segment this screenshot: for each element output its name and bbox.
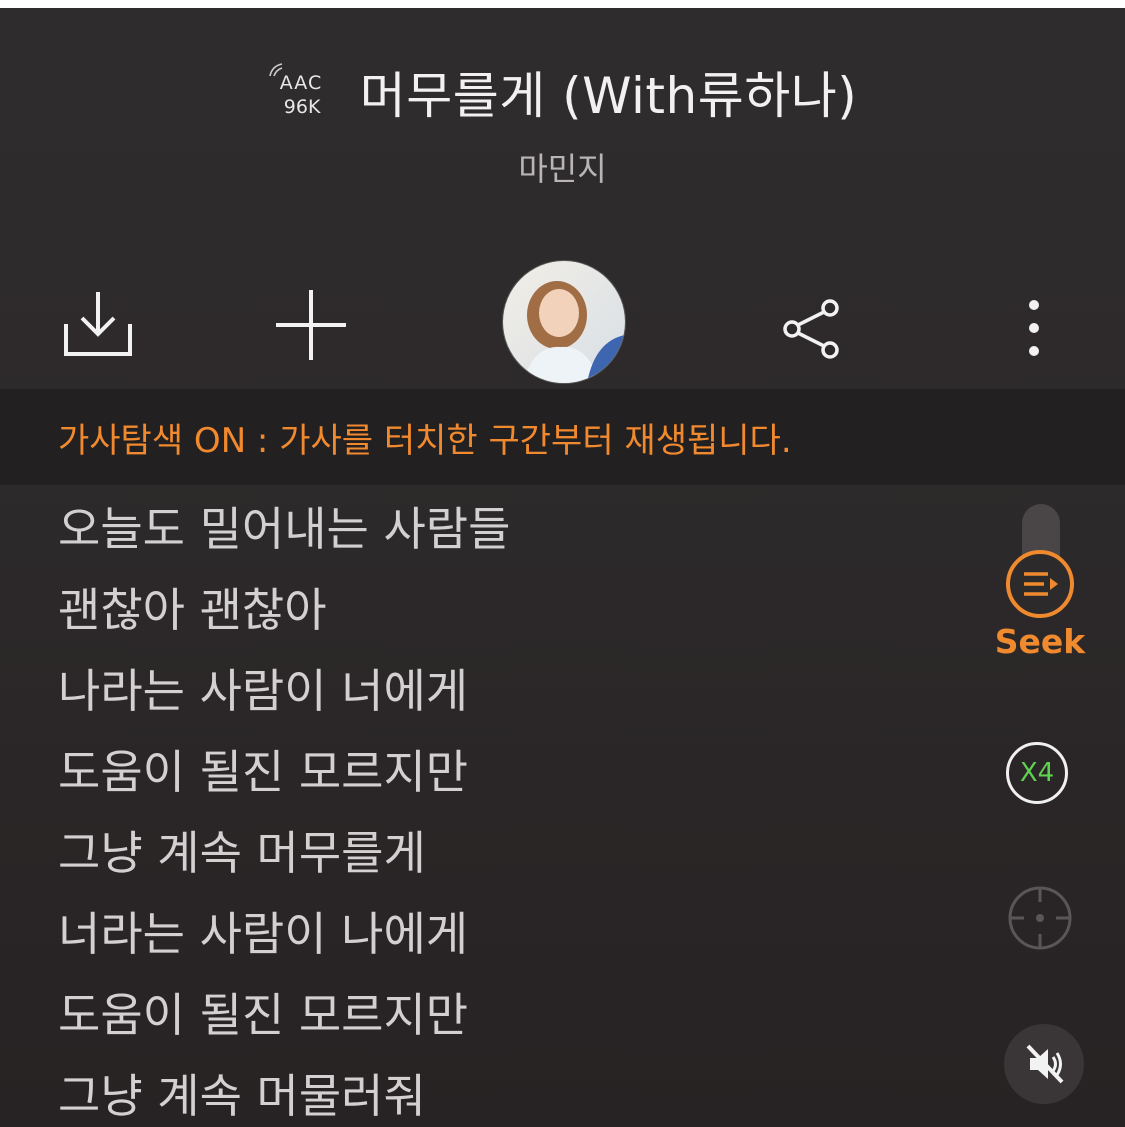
seek-label[interactable]: Seek bbox=[980, 622, 1100, 661]
seek-button[interactable] bbox=[1004, 548, 1076, 620]
speed-button[interactable]: X4 bbox=[1006, 742, 1068, 804]
codec-badge: AAC 96K bbox=[268, 63, 340, 120]
codec-bitrate: 96K bbox=[283, 96, 321, 118]
download-button[interactable] bbox=[62, 288, 134, 358]
action-toolbar bbox=[0, 258, 1125, 388]
codec-format: AAC bbox=[279, 72, 323, 94]
side-controls: Seek X4 bbox=[980, 488, 1110, 1127]
title-row: AAC 96K 머무를게 (With류하나) bbox=[0, 52, 1125, 132]
volume-muted-icon bbox=[1026, 1044, 1064, 1084]
add-to-playlist-button[interactable] bbox=[274, 288, 348, 362]
lyric-line[interactable]: 너라는 사람이 나에게 bbox=[58, 901, 958, 982]
song-title: 머무를게 (With류하나) bbox=[359, 67, 858, 125]
lyric-line[interactable]: 그냥 계속 머물러줘 bbox=[58, 1063, 958, 1127]
album-art-image bbox=[503, 261, 625, 383]
more-button[interactable] bbox=[1022, 298, 1046, 360]
share-button[interactable] bbox=[780, 298, 842, 360]
lyrics-list: 오늘도 밀어내는 사람들 괜찮아 괜찮아 나라는 사람이 너에게 도움이 될진 … bbox=[58, 496, 958, 1127]
lyric-line[interactable]: 오늘도 밀어내는 사람들 bbox=[58, 496, 958, 577]
lyric-line[interactable]: 나라는 사람이 너에게 bbox=[58, 658, 958, 739]
lyric-line[interactable]: 도움이 될진 모르지만 bbox=[58, 739, 958, 820]
lyrics-seek-notice: 가사탐색 ON : 가사를 터치한 구간부터 재생됩니다. bbox=[0, 389, 1125, 485]
notice-text: 가사탐색 ON : 가사를 터치한 구간부터 재생됩니다. bbox=[58, 421, 792, 461]
player-screen: AAC 96K 머무를게 (With류하나) 마민지 가사탐색 ON: 가사를… bbox=[0, 8, 1125, 1127]
share-icon bbox=[783, 299, 839, 359]
lyric-line[interactable]: 그냥 계속 머무를게 bbox=[58, 820, 958, 901]
seek-icon bbox=[1006, 550, 1074, 618]
crosshair-icon bbox=[1008, 886, 1072, 950]
artist-name[interactable]: 마민지 bbox=[0, 144, 1125, 190]
album-art-avatar[interactable] bbox=[502, 260, 626, 384]
mute-button[interactable] bbox=[1004, 1024, 1084, 1104]
download-icon bbox=[64, 292, 132, 356]
lyric-line[interactable]: 도움이 될진 모르지만 bbox=[58, 982, 958, 1063]
player-header: AAC 96K 머무를게 (With류하나) 마민지 bbox=[0, 8, 1125, 388]
lyric-line[interactable]: 괜찮아 괜찮아 bbox=[58, 577, 958, 658]
plus-icon bbox=[276, 290, 346, 360]
locate-button[interactable] bbox=[1006, 884, 1074, 952]
more-vertical-icon bbox=[1029, 300, 1039, 356]
